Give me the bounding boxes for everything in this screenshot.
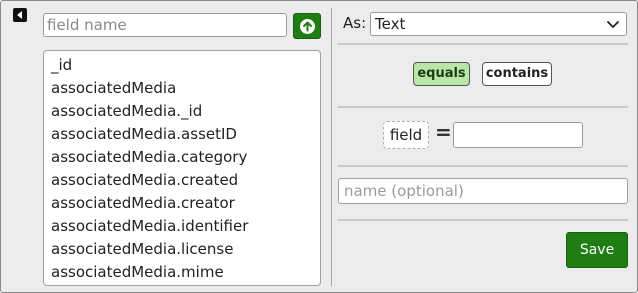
list-item[interactable]: associatedMedia.license <box>44 238 320 261</box>
section-divider <box>338 219 628 221</box>
type-select-label: As: <box>343 14 367 32</box>
caret-left-glyph <box>17 11 22 19</box>
list-item[interactable]: associatedMedia.creator <box>44 192 320 215</box>
field-list[interactable]: _id associatedMedia associatedMedia._id … <box>43 50 321 286</box>
save-button[interactable]: Save <box>566 232 628 268</box>
section-divider <box>338 165 628 167</box>
move-up-button[interactable] <box>293 13 321 39</box>
list-item[interactable]: associatedMedia <box>44 77 320 100</box>
arrow-up-circle-icon <box>299 18 315 34</box>
type-select-value: Text <box>375 15 406 33</box>
list-item[interactable]: associatedMedia._id <box>44 100 320 123</box>
equals-button[interactable]: equals <box>413 62 470 86</box>
operator-symbol: = <box>435 120 452 144</box>
list-item[interactable]: associatedMedia.mime <box>44 261 320 284</box>
list-item[interactable]: associatedMedia.created <box>44 169 320 192</box>
list-item[interactable]: associatedMedia.assetID <box>44 123 320 146</box>
name-optional-input[interactable] <box>338 178 628 204</box>
chevron-down-icon <box>607 21 619 28</box>
section-divider <box>338 106 628 108</box>
section-divider <box>338 43 628 45</box>
panel-divider <box>331 8 332 286</box>
field-chip[interactable]: field <box>383 121 429 149</box>
caret-left-icon[interactable] <box>13 8 27 22</box>
field-name-search-input[interactable] <box>43 13 287 37</box>
type-select[interactable]: Text <box>370 12 627 36</box>
list-item[interactable]: associatedMedia.identifier <box>44 215 320 238</box>
list-item[interactable]: _id <box>44 54 320 77</box>
list-item[interactable]: associatedMedia.category <box>44 146 320 169</box>
contains-button[interactable]: contains <box>482 62 552 86</box>
value-input[interactable] <box>453 122 583 148</box>
filter-editor-panel: _id associatedMedia associatedMedia._id … <box>0 0 638 293</box>
